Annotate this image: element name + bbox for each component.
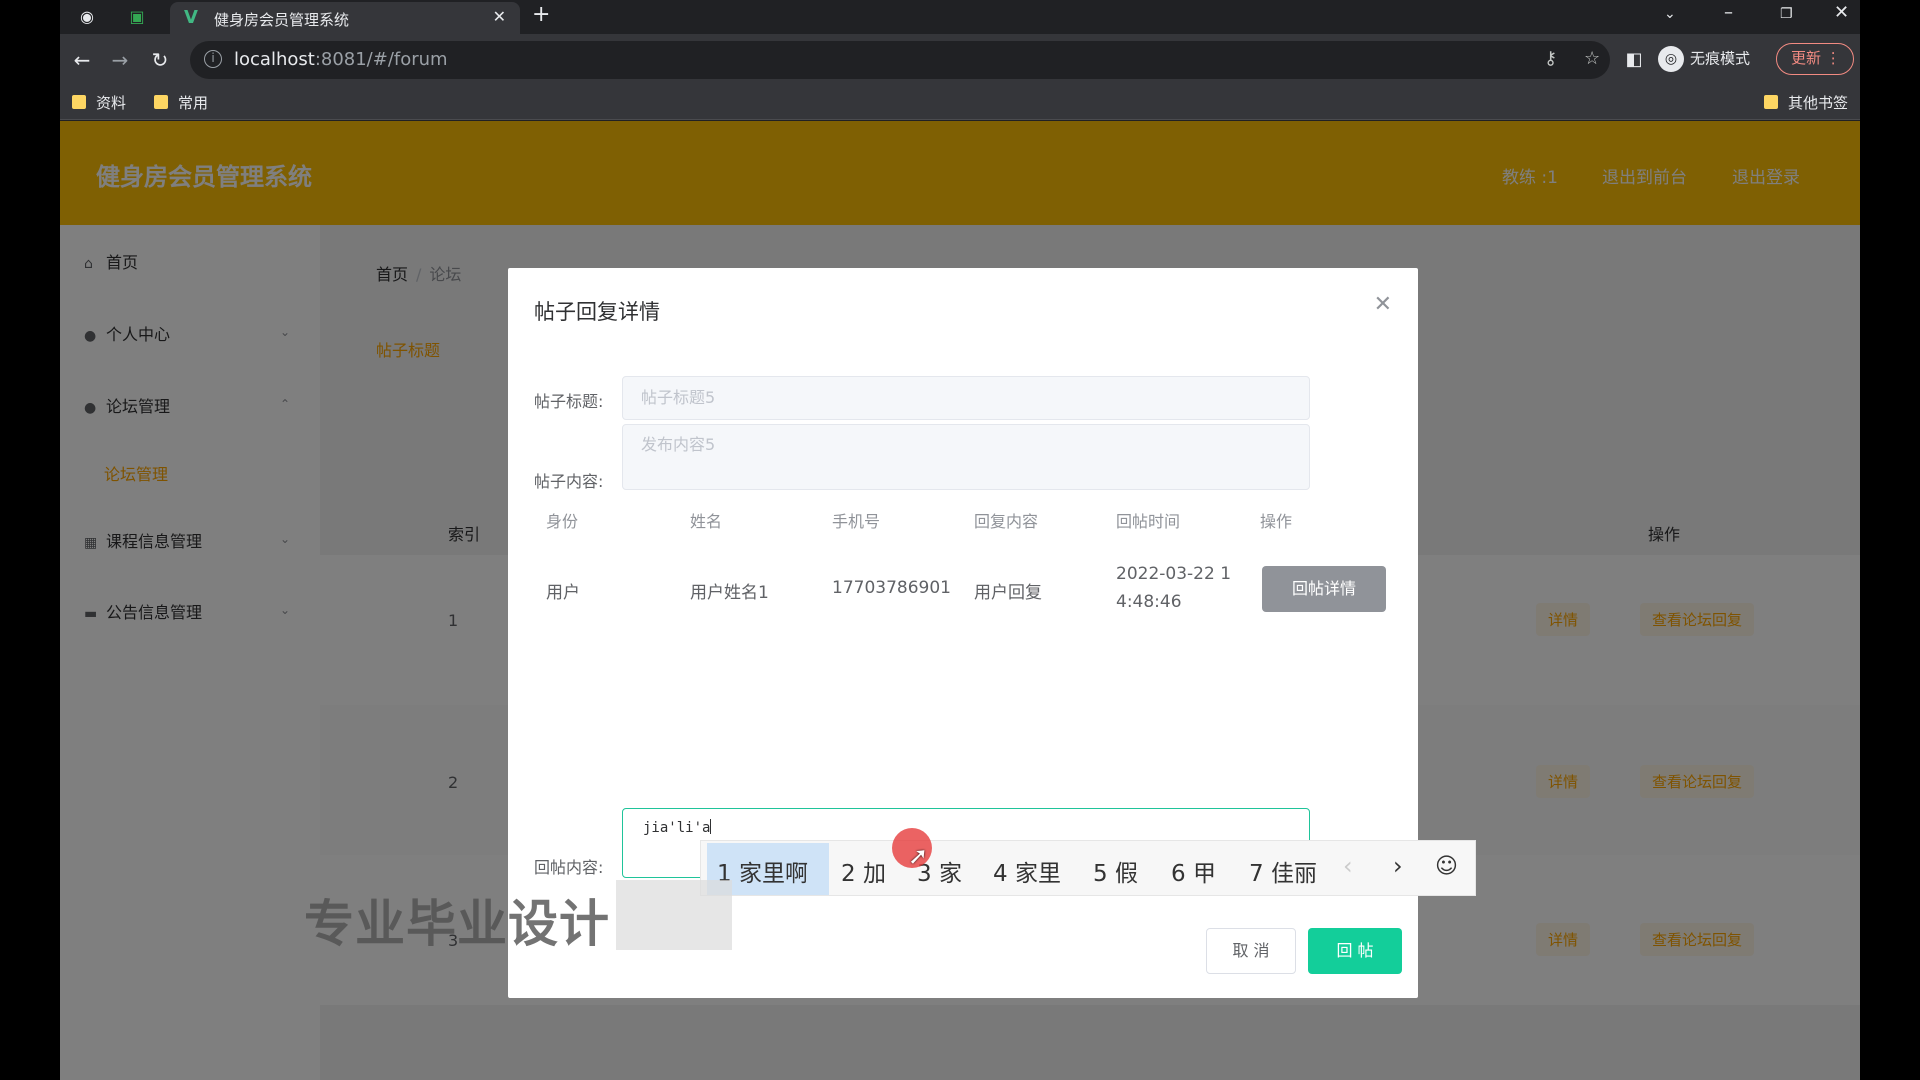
mouse-cursor-icon: ➚ bbox=[908, 842, 929, 870]
star-icon[interactable]: ☆ bbox=[1584, 48, 1600, 69]
reply-text: jia'li'a bbox=[643, 819, 712, 836]
forward-icon[interactable]: → bbox=[106, 46, 134, 74]
address-bar[interactable]: i localhost:8081/#/forum ⚷ ☆ bbox=[190, 41, 1610, 79]
close-icon[interactable]: ✕ bbox=[1374, 292, 1392, 317]
post-title-field[interactable]: 帖子标题5 bbox=[622, 376, 1310, 420]
tab-search-icon[interactable]: ⌄ bbox=[1664, 6, 1676, 22]
info-icon[interactable]: i bbox=[204, 50, 222, 68]
watermark-text: 专业毕业设计 bbox=[304, 895, 610, 953]
reply-content-label: 回帖内容: bbox=[534, 858, 604, 877]
ime-candidate[interactable]: 4 家里 bbox=[993, 854, 1061, 888]
grid-header-time: 回帖时间 bbox=[1116, 512, 1181, 531]
post-title-label: 帖子标题: bbox=[534, 392, 604, 411]
globe-icon[interactable]: ◉ bbox=[76, 6, 98, 28]
incognito-indicator[interactable]: ◎ 无痕模式 bbox=[1658, 46, 1750, 72]
grid-cell-phone: 17703786901 bbox=[832, 578, 951, 598]
key-icon[interactable]: ⚷ bbox=[1544, 48, 1557, 69]
folder-icon bbox=[72, 95, 86, 109]
cancel-button[interactable]: 取 消 bbox=[1206, 928, 1296, 974]
ime-candidate-bar: 1 家里啊 2 加 3 家 4 家里 5 假 6 甲 7 佳丽 ‹ › ☺ bbox=[700, 840, 1476, 896]
sheet-tab-icon[interactable]: ▣ bbox=[126, 6, 148, 28]
close-tab-icon[interactable]: ✕ bbox=[493, 7, 506, 26]
grid-header-action: 操作 bbox=[1260, 512, 1293, 531]
bookmark-folder[interactable]: 常用 bbox=[154, 92, 208, 113]
dialog-title: 帖子回复详情 bbox=[534, 300, 660, 324]
grid-cell-reply: 用户回复 bbox=[974, 583, 1042, 603]
grid-cell-time-2: 4:48:46 bbox=[1116, 592, 1182, 612]
emoji-icon[interactable]: ☺ bbox=[1435, 854, 1458, 879]
submit-reply-button[interactable]: 回 帖 bbox=[1308, 928, 1402, 974]
other-bookmarks[interactable]: 其他书签 bbox=[1764, 92, 1848, 113]
tab-title: 健身房会员管理系统 bbox=[214, 11, 350, 29]
ime-candidate[interactable]: 7 佳丽 bbox=[1249, 854, 1317, 888]
back-icon[interactable]: ← bbox=[68, 46, 96, 74]
reply-detail-button[interactable]: 回帖详情 bbox=[1262, 566, 1386, 612]
folder-icon bbox=[154, 95, 168, 109]
incognito-icon: ◎ bbox=[1658, 46, 1684, 72]
url-text[interactable]: localhost:8081/#/forum bbox=[234, 49, 448, 70]
grid-cell-identity: 用户 bbox=[546, 583, 580, 603]
active-tab[interactable]: V 健身房会员管理系统 ✕ bbox=[170, 2, 520, 34]
folder-icon bbox=[1764, 95, 1778, 109]
grid-header-identity: 身份 bbox=[546, 512, 579, 531]
bookmark-folder[interactable]: 资料 bbox=[72, 92, 126, 113]
new-tab-icon[interactable]: + bbox=[532, 2, 550, 27]
minimize-icon[interactable]: – bbox=[1724, 2, 1733, 23]
browser-toolbar: ← → ↻ i localhost:8081/#/forum ⚷ ☆ ◧ ◎ 无痕… bbox=[60, 34, 1860, 86]
close-window-icon[interactable]: ✕ bbox=[1834, 2, 1849, 23]
ime-candidate[interactable]: 5 假 bbox=[1093, 854, 1138, 888]
restore-icon[interactable]: ❐ bbox=[1780, 6, 1793, 22]
reload-icon[interactable]: ↻ bbox=[146, 46, 174, 74]
update-button[interactable]: 更新 ⋮ bbox=[1776, 43, 1854, 75]
post-content-field[interactable]: 发布内容5 bbox=[622, 424, 1310, 490]
ime-candidate[interactable]: 2 加 bbox=[841, 854, 886, 888]
side-panel-icon[interactable]: ◧ bbox=[1620, 46, 1648, 74]
ime-prev-icon[interactable]: ‹ bbox=[1343, 852, 1353, 880]
grid-header-reply: 回复内容 bbox=[974, 512, 1039, 531]
ime-candidate[interactable]: 6 甲 bbox=[1171, 854, 1216, 888]
post-content-label: 帖子内容: bbox=[534, 472, 604, 491]
grid-header-phone: 手机号 bbox=[832, 512, 881, 531]
vue-favicon-icon: V bbox=[184, 7, 198, 28]
screen: ◉ ▣ V 健身房会员管理系统 ✕ + ⌄ – ❐ ✕ ← → ↻ i loca… bbox=[60, 0, 1860, 1080]
bookmarks-bar: 资料 常用 其他书签 bbox=[60, 86, 1860, 120]
grid-cell-time-1: 2022-03-22 1 bbox=[1116, 564, 1232, 584]
blurred-region bbox=[616, 880, 732, 950]
tab-strip: ◉ ▣ V 健身房会员管理系统 ✕ + ⌄ – ❐ ✕ bbox=[60, 0, 1860, 34]
grid-header-name: 姓名 bbox=[690, 512, 723, 531]
ime-next-icon[interactable]: › bbox=[1393, 852, 1403, 880]
grid-cell-name: 用户姓名1 bbox=[690, 583, 769, 603]
